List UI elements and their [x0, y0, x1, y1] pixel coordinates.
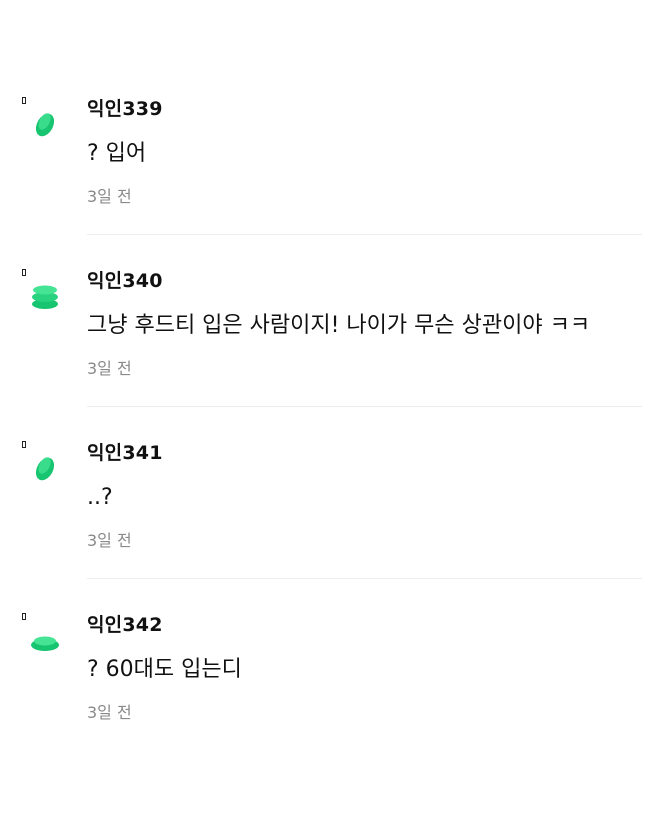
comment-item: 익인340 그냥 후드티 입은 사람이지! 나이가 무슨 상관이야 ㅋㅋ 3일 … — [0, 258, 658, 430]
comment-nickname[interactable]: 익인339 — [87, 96, 642, 122]
leaf-icon[interactable] — [28, 108, 62, 142]
divider — [87, 578, 642, 579]
comment-item: 익인339 ? 입어 3일 전 — [0, 86, 658, 258]
divider — [87, 234, 642, 235]
comment-content: 익인341 ..? 3일 전 — [87, 440, 642, 552]
badge-icon — [22, 613, 26, 620]
stack-icon[interactable] — [28, 280, 62, 314]
comment-nickname[interactable]: 익인340 — [87, 268, 642, 294]
disc-icon[interactable] — [28, 624, 62, 658]
comment-content: 익인339 ? 입어 3일 전 — [87, 96, 642, 208]
leaf-icon[interactable] — [28, 452, 62, 486]
comment-nickname[interactable]: 익인342 — [87, 612, 642, 638]
badge-icon — [22, 441, 26, 448]
comment-text: ? 입어 — [87, 141, 147, 166]
divider — [87, 406, 642, 407]
comment-nickname[interactable]: 익인341 — [87, 440, 642, 466]
comment-timestamp: 3일 전 — [87, 531, 132, 550]
comment-timestamp: 3일 전 — [87, 359, 132, 378]
comment-timestamp: 3일 전 — [87, 187, 132, 206]
comment-content: 익인340 그냥 후드티 입은 사람이지! 나이가 무슨 상관이야 ㅋㅋ 3일 … — [87, 268, 642, 380]
comment-timestamp: 3일 전 — [87, 703, 132, 722]
comment-text: ? 60대도 입는디 — [87, 657, 242, 682]
comment-item: 익인341 ..? 3일 전 — [0, 430, 658, 602]
comment-item: 익인342 ? 60대도 입는디 3일 전 — [0, 602, 658, 774]
comment-text: 그냥 후드티 입은 사람이지! 나이가 무슨 상관이야 ㅋㅋ — [87, 313, 591, 338]
comment-text: ..? — [87, 485, 113, 510]
badge-icon — [22, 97, 26, 104]
comment-list: 익인339 ? 입어 3일 전 익인340 그냥 후드티 입은 사람이지! 나이… — [0, 86, 658, 774]
badge-icon — [22, 269, 26, 276]
comment-content: 익인342 ? 60대도 입는디 3일 전 — [87, 612, 642, 724]
